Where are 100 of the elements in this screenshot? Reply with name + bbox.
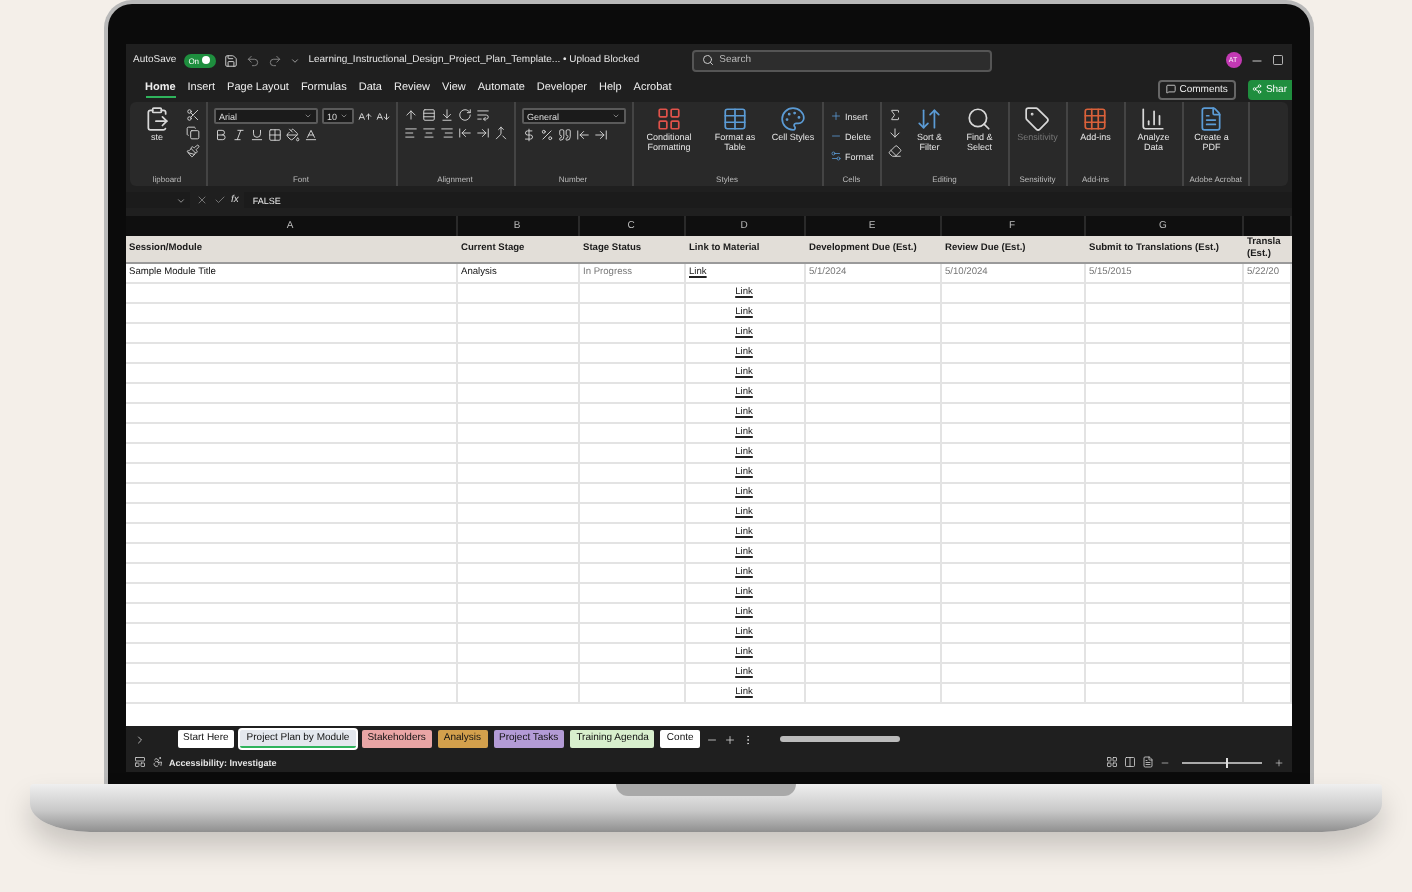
copy-icon[interactable] [185, 126, 199, 140]
merge-icon[interactable] [493, 126, 507, 140]
table-cell[interactable] [125, 424, 457, 444]
table-cell[interactable] [941, 304, 1085, 324]
table-cell[interactable] [1243, 344, 1291, 364]
table-cell[interactable] [941, 604, 1085, 624]
table-cell[interactable] [1085, 504, 1243, 524]
table-cell[interactable] [125, 564, 457, 584]
align-middle-icon[interactable] [421, 108, 435, 122]
table-cell[interactable] [579, 524, 685, 544]
table-cell[interactable] [941, 584, 1085, 604]
table-cell[interactable] [457, 304, 579, 324]
normal-view-icon[interactable] [1105, 756, 1117, 768]
table-cell[interactable] [457, 604, 579, 624]
percent-icon[interactable] [539, 128, 553, 142]
table-cell[interactable] [579, 604, 685, 624]
table-cell[interactable] [1085, 444, 1243, 464]
table-cell[interactable] [579, 304, 685, 324]
table-cell[interactable] [1085, 384, 1243, 404]
table-cell[interactable] [579, 364, 685, 384]
table-cell[interactable] [1243, 424, 1291, 444]
table-cell[interactable] [125, 684, 457, 704]
table-cell[interactable] [805, 544, 941, 564]
bold-icon[interactable] [213, 128, 227, 142]
table-cell[interactable] [805, 504, 941, 524]
table-cell[interactable] [805, 684, 941, 704]
decimal-increase-icon[interactable] [575, 128, 589, 142]
table-cell[interactable] [941, 484, 1085, 504]
restore-icon[interactable] [1271, 54, 1283, 66]
undo-icon[interactable] [246, 53, 261, 67]
table-cell[interactable] [125, 464, 457, 484]
table-cell[interactable] [1085, 564, 1243, 584]
table-cell[interactable] [1243, 684, 1291, 704]
chart-icon[interactable] [1140, 106, 1167, 132]
table-cell[interactable] [941, 364, 1085, 384]
enter-icon[interactable] [213, 194, 225, 206]
conditional-grid-icon[interactable] [656, 106, 682, 132]
page-layout-icon[interactable] [1123, 756, 1135, 768]
wrap-text-icon[interactable] [475, 108, 489, 122]
table-cell[interactable] [125, 644, 457, 664]
table-cell[interactable] [941, 564, 1085, 584]
italic-icon[interactable] [231, 128, 245, 142]
sheet-icon[interactable] [133, 756, 145, 768]
add-ins-grid-icon[interactable] [1082, 106, 1109, 132]
table-cell[interactable] [125, 484, 457, 504]
table-cell[interactable] [1243, 304, 1291, 324]
table-cell[interactable] [457, 484, 579, 504]
sigma-icon[interactable] [887, 108, 902, 122]
eraser-icon[interactable] [887, 144, 902, 158]
table-cell[interactable] [805, 324, 941, 344]
table-cell[interactable] [579, 624, 685, 644]
table-cell[interactable] [457, 564, 579, 584]
plus-icon[interactable] [723, 733, 736, 745]
paste-icon[interactable] [144, 106, 170, 132]
table-cell[interactable] [1085, 684, 1243, 704]
table-cell[interactable] [1243, 404, 1291, 424]
decimal-decrease-icon[interactable] [593, 128, 607, 142]
align-top-icon[interactable] [403, 108, 417, 122]
table-cell[interactable] [457, 624, 579, 644]
table-cell[interactable] [125, 504, 457, 524]
table-cell[interactable] [125, 324, 457, 344]
table-cell[interactable] [579, 684, 685, 704]
table-cell[interactable] [941, 444, 1085, 464]
table-cell[interactable] [579, 644, 685, 664]
borders-icon[interactable] [267, 128, 281, 142]
chevron-right-icon[interactable] [133, 733, 145, 745]
table-cell[interactable] [1243, 664, 1291, 684]
search-icon[interactable] [966, 106, 993, 132]
comma-icon[interactable] [557, 128, 571, 142]
fill-bucket-icon[interactable] [285, 128, 299, 142]
table-cell[interactable] [457, 684, 579, 704]
column-header-strip[interactable] [1243, 216, 1291, 236]
table-cell[interactable] [579, 664, 685, 684]
brush-icon[interactable] [185, 144, 199, 158]
table-cell[interactable] [941, 644, 1085, 664]
table-cell[interactable] [1085, 364, 1243, 384]
table-cell[interactable] [941, 424, 1085, 444]
table-cell[interactable] [579, 564, 685, 584]
table-cell[interactable] [1243, 644, 1291, 664]
table-cell[interactable] [125, 344, 457, 364]
table-cell[interactable] [457, 644, 579, 664]
table-cell[interactable] [1243, 544, 1291, 564]
table-cell[interactable] [125, 544, 457, 564]
table-cell[interactable] [941, 624, 1085, 644]
table-cell[interactable] [457, 524, 579, 544]
table-cell[interactable] [805, 624, 941, 644]
table-cell[interactable] [1085, 324, 1243, 344]
table-cell[interactable] [1085, 664, 1243, 684]
table-cell[interactable] [125, 604, 457, 624]
table-cell[interactable] [1243, 364, 1291, 384]
table-cell[interactable] [1085, 604, 1243, 624]
zoom-in-icon[interactable] [1273, 757, 1283, 767]
table-cell[interactable] [805, 584, 941, 604]
table-cell[interactable] [805, 344, 941, 364]
table-cell[interactable] [805, 524, 941, 544]
table-cell[interactable] [1085, 464, 1243, 484]
caret-icon[interactable] [175, 195, 185, 205]
table-cell[interactable] [1243, 524, 1291, 544]
table-cell[interactable] [1243, 284, 1291, 304]
table-cell[interactable] [457, 504, 579, 524]
